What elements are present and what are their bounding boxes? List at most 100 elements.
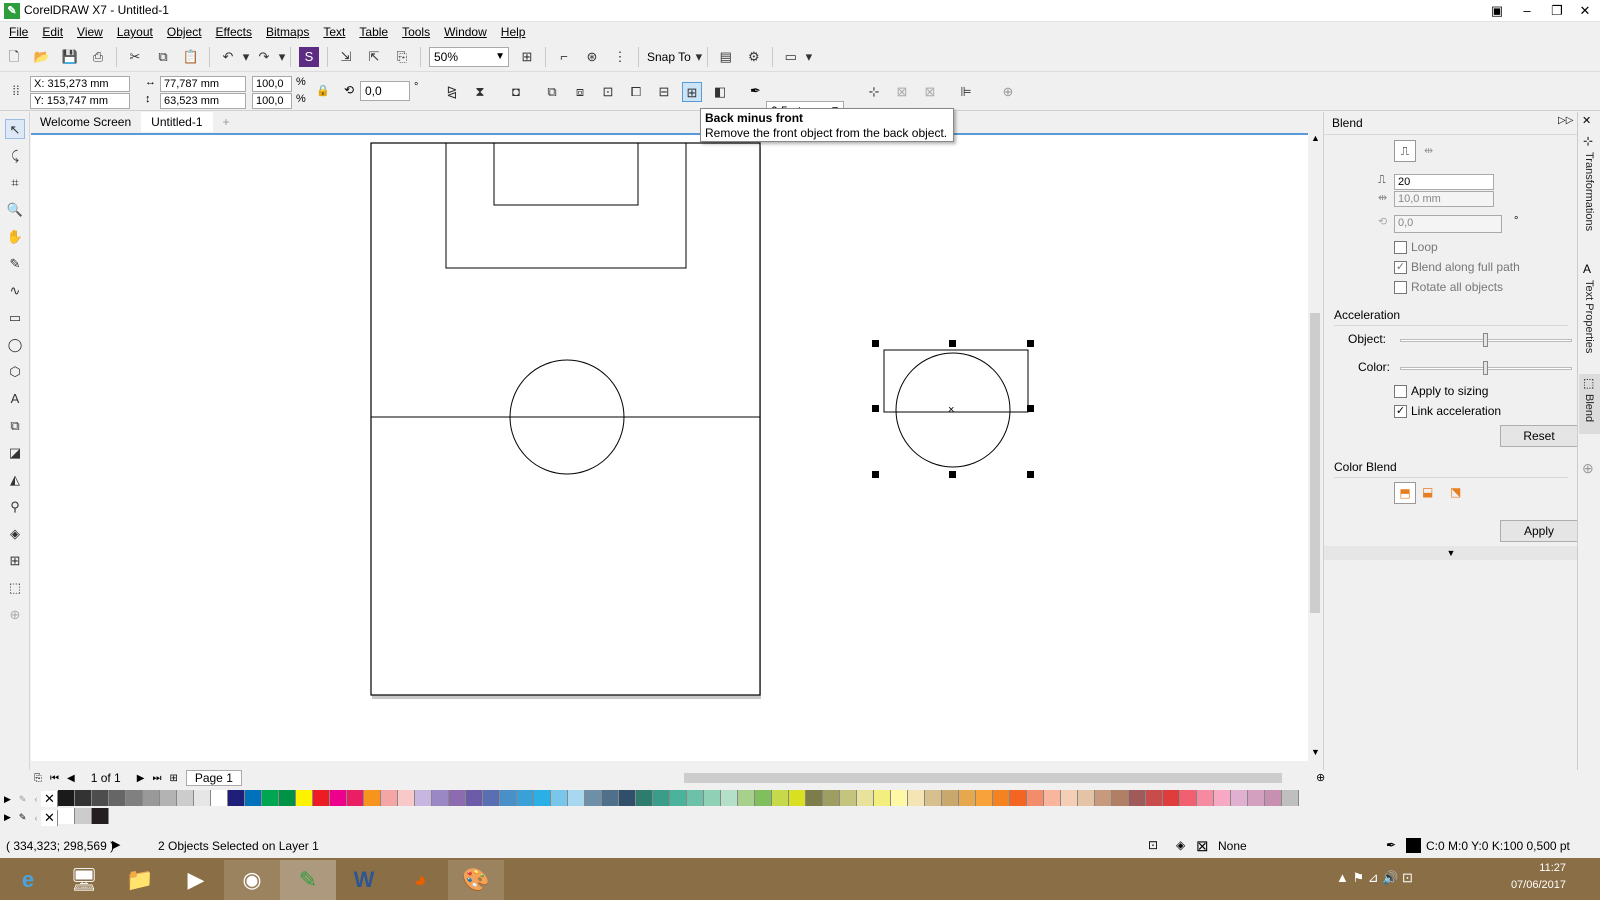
color-swatch[interactable] <box>670 789 688 806</box>
color-swatch[interactable] <box>551 789 569 806</box>
new-document-icon[interactable]: 🗋 <box>4 47 24 67</box>
docker-collapse-icon[interactable]: ▼ <box>1324 546 1578 560</box>
fill-icon[interactable]: ◈ <box>1176 838 1185 852</box>
color-swatch[interactable] <box>1095 789 1113 806</box>
scroll-up-icon[interactable]: ▲ <box>1311 133 1320 143</box>
mesh-fill-icon[interactable]: ⊞ <box>5 551 25 571</box>
horizontal-scroll-thumb[interactable] <box>684 773 1282 783</box>
zoom-navigator-icon[interactable]: ⊕ <box>1316 771 1325 784</box>
color-swatch[interactable] <box>721 789 739 806</box>
color-swatch[interactable] <box>755 789 773 806</box>
blend-rotation-field[interactable]: 0,0 <box>1394 215 1502 233</box>
first-page-icon[interactable]: ⏮ <box>50 773 59 784</box>
dock-tab-blend[interactable]: Blend <box>1583 394 1595 422</box>
crop-tool-icon[interactable]: ⌗ <box>5 173 25 193</box>
object-origin-icon[interactable]: ⁞⁞ <box>6 81 26 101</box>
import-icon[interactable]: ⇲ <box>336 47 356 67</box>
paste-icon[interactable]: 📋 <box>181 47 201 67</box>
y-position-field[interactable]: Y: 153,747 mm <box>30 93 130 109</box>
menu-table[interactable]: Table <box>359 25 388 39</box>
color-swatch[interactable] <box>517 789 535 806</box>
color-swatch[interactable] <box>857 789 875 806</box>
add-tool-icon[interactable]: ⊕ <box>5 605 25 625</box>
back-minus-front-icon[interactable]: ⊞ <box>682 82 702 102</box>
welcome-screen-icon[interactable]: ▤ <box>716 47 736 67</box>
color-swatch[interactable] <box>381 789 399 806</box>
x-position-field[interactable]: X: 315,273 mm <box>30 76 130 92</box>
text-tool-icon[interactable]: A <box>5 389 25 409</box>
color-swatch[interactable] <box>585 789 603 806</box>
color-swatch[interactable] <box>432 789 450 806</box>
color-swatch[interactable] <box>194 789 212 806</box>
color-acceleration-thumb[interactable] <box>1483 361 1488 375</box>
add-page-icon[interactable]: ⊞ <box>169 773 177 784</box>
color-swatch[interactable] <box>398 789 416 806</box>
drawing-canvas[interactable]: × <box>31 133 1310 761</box>
vertical-scroll-thumb[interactable] <box>1310 313 1320 613</box>
show-guidelines-icon[interactable]: ⋮ <box>610 47 630 67</box>
dock-tab-transformations[interactable]: Transformations <box>1583 152 1595 231</box>
expand-icon[interactable]: ▷▷ <box>1558 115 1573 126</box>
apply-to-sizing-option[interactable]: Apply to sizing <box>1394 384 1488 399</box>
color-swatch[interactable] <box>1180 789 1198 806</box>
spacing-field[interactable]: 10,0 mm <box>1394 191 1494 207</box>
rotation-angle-field[interactable]: 0,0 <box>360 81 410 101</box>
menu-view[interactable]: View <box>77 25 103 39</box>
color-swatch[interactable] <box>279 789 297 806</box>
freehand-tool-icon[interactable]: ✎ <box>5 254 25 274</box>
color-swatch[interactable] <box>789 789 807 806</box>
color-swatch[interactable] <box>908 789 926 806</box>
file-explorer-icon[interactable]: 📁 <box>112 860 168 900</box>
cut-icon[interactable]: ✂ <box>125 47 145 67</box>
internet-explorer-icon[interactable]: e <box>0 860 56 900</box>
color-swatch[interactable] <box>891 789 909 806</box>
next-page-icon[interactable]: ▶ <box>137 773 145 784</box>
page-tab[interactable]: Page 1 <box>185 770 242 786</box>
artistic-media-icon[interactable]: ∿ <box>5 281 25 301</box>
color-swatch[interactable] <box>1231 789 1249 806</box>
color-swatch[interactable] <box>466 789 484 806</box>
blend-along-path-checkbox[interactable]: ✓ <box>1394 261 1407 275</box>
coreldraw-taskbar-icon[interactable]: ✎ <box>280 859 336 900</box>
menu-effects[interactable]: Effects <box>216 25 252 39</box>
snap-to-button[interactable]: Snap To <box>647 50 691 64</box>
color-swatch[interactable] <box>602 789 620 806</box>
color-swatch[interactable] <box>942 789 960 806</box>
color-swatch[interactable] <box>211 789 229 806</box>
color-swatch[interactable] <box>1078 789 1096 806</box>
drop-shadow-icon[interactable]: ◪ <box>5 443 25 463</box>
color-swatch[interactable] <box>109 789 127 806</box>
color-swatch[interactable] <box>653 789 671 806</box>
palette-scroll-icon[interactable]: ▶ <box>4 794 11 805</box>
restore-button[interactable]: ❐ <box>1542 0 1572 22</box>
color-swatch[interactable] <box>840 789 858 806</box>
color-swatch[interactable] <box>415 789 433 806</box>
chevron-down-icon[interactable]: ▾ <box>242 47 250 67</box>
chrome-icon[interactable]: ◉ <box>224 859 280 900</box>
shape-tool-icon[interactable]: ⤹ <box>5 146 25 166</box>
close-button[interactable]: ✕ <box>1570 0 1600 22</box>
menu-file[interactable]: File <box>9 25 28 39</box>
color-swatch[interactable] <box>126 789 144 806</box>
zoom-tool-icon[interactable]: 🔍 <box>5 200 25 220</box>
color-swatch[interactable] <box>500 789 518 806</box>
rectangle-tool-icon[interactable]: ▭ <box>5 308 25 328</box>
color-swatch[interactable] <box>313 789 331 806</box>
smart-fill-icon[interactable]: ⬚ <box>5 578 25 598</box>
search-content-icon[interactable]: S <box>299 47 319 67</box>
color-swatch[interactable] <box>1044 789 1062 806</box>
chevron-down-icon[interactable]: ▾ <box>805 47 813 67</box>
help-icon[interactable]: ▣ <box>1482 0 1512 22</box>
group-icon[interactable]: ⊠ <box>892 82 912 102</box>
close-docker-icon[interactable]: ✕ <box>1582 114 1591 127</box>
color-swatch[interactable] <box>1010 789 1028 806</box>
link-acceleration-option[interactable]: ✓ Link acceleration <box>1394 404 1501 419</box>
media-player-icon[interactable]: ▶ <box>168 860 224 900</box>
color-swatch[interactable] <box>806 789 824 806</box>
no-color-swatch[interactable]: ✕ <box>41 791 59 807</box>
color-swatch[interactable] <box>1282 789 1300 806</box>
simplify-icon[interactable]: ⧠ <box>626 82 646 102</box>
no-color-swatch[interactable]: ✕ <box>41 809 59 826</box>
color-swatch[interactable] <box>636 789 654 806</box>
scale-x-field[interactable]: 100,0 <box>252 76 292 92</box>
